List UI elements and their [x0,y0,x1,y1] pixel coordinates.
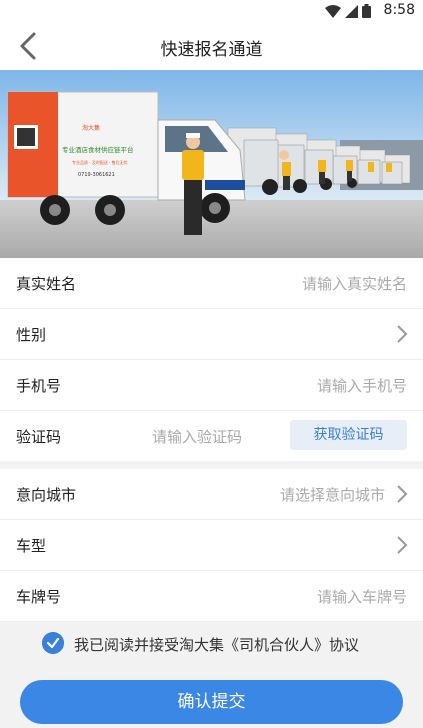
name-row: 真实姓名 请输入真实姓名 [0,258,423,309]
city-select[interactable]: 请选择意向城市 [280,484,385,505]
nav-bar: 快速报名通道 [0,22,423,70]
phone-label: 手机号 [16,377,62,395]
get-code-button[interactable]: 获取验证码 [290,420,407,450]
truck-slogan-text: 专业酒店食材供应链平台 [62,145,134,154]
agreement-text[interactable]: 我已阅读并接受淘大集《司机合伙人》协议 [74,634,359,655]
status-time: 8:58 [383,2,415,18]
vehicle-row[interactable]: 车型 [0,520,423,571]
code-input[interactable]: 请输入验证码 [152,426,242,447]
name-label: 真实姓名 [16,275,77,293]
gender-row[interactable]: 性别 [0,309,423,360]
banner-trucks-illustration: 淘大集 专业酒店食材供应链平台 专业品质 · 及时配送 · 售后无忧 0719-… [0,70,423,258]
name-input[interactable]: 请输入真实姓名 [302,273,407,294]
battery-icon [362,4,371,18]
phone-input[interactable]: 请输入手机号 [317,375,407,396]
submit-button[interactable]: 确认提交 [20,680,403,724]
gender-label: 性别 [16,326,47,344]
code-row: 验证码 请输入验证码 获取验证码 [0,411,423,461]
plate-row: 车牌号 请输入车牌号 [0,571,423,622]
checkbox-checked-icon[interactable] [42,632,64,654]
page-title: 快速报名通道 [160,40,263,60]
agreement-row[interactable]: 我已阅读并接受淘大集《司机合伙人》协议 [0,628,423,658]
registration-form: 真实姓名 请输入真实姓名 性别 手机号 请输入手机号 验证码 请输入验证码 获取… [0,258,423,622]
section-divider [0,461,423,469]
plate-input[interactable]: 请输入车牌号 [317,586,407,607]
chevron-right-icon [397,325,408,343]
status-icons [325,4,371,18]
chevron-right-icon [397,485,408,503]
code-label: 验证码 [16,428,62,446]
vehicle-label: 车型 [16,537,47,555]
truck-brand-text: 淘大集 [82,124,100,132]
phone-row: 手机号 请输入手机号 [0,360,423,411]
status-bar: 8:58 [0,0,423,22]
banner-image: 淘大集 专业酒店食材供应链平台 专业品质 · 及时配送 · 售后无忧 0719-… [0,70,423,258]
wifi-icon [325,4,341,18]
chevron-right-icon [397,536,408,554]
plate-label: 车牌号 [16,588,62,606]
city-label: 意向城市 [16,486,77,504]
truck-phone-text: 0719-3061621 [78,172,115,178]
truck-tags-text: 专业品质 · 及时配送 · 售后无忧 [72,159,128,165]
signal-icon [345,4,358,18]
city-row[interactable]: 意向城市 请选择意向城市 [0,469,423,520]
